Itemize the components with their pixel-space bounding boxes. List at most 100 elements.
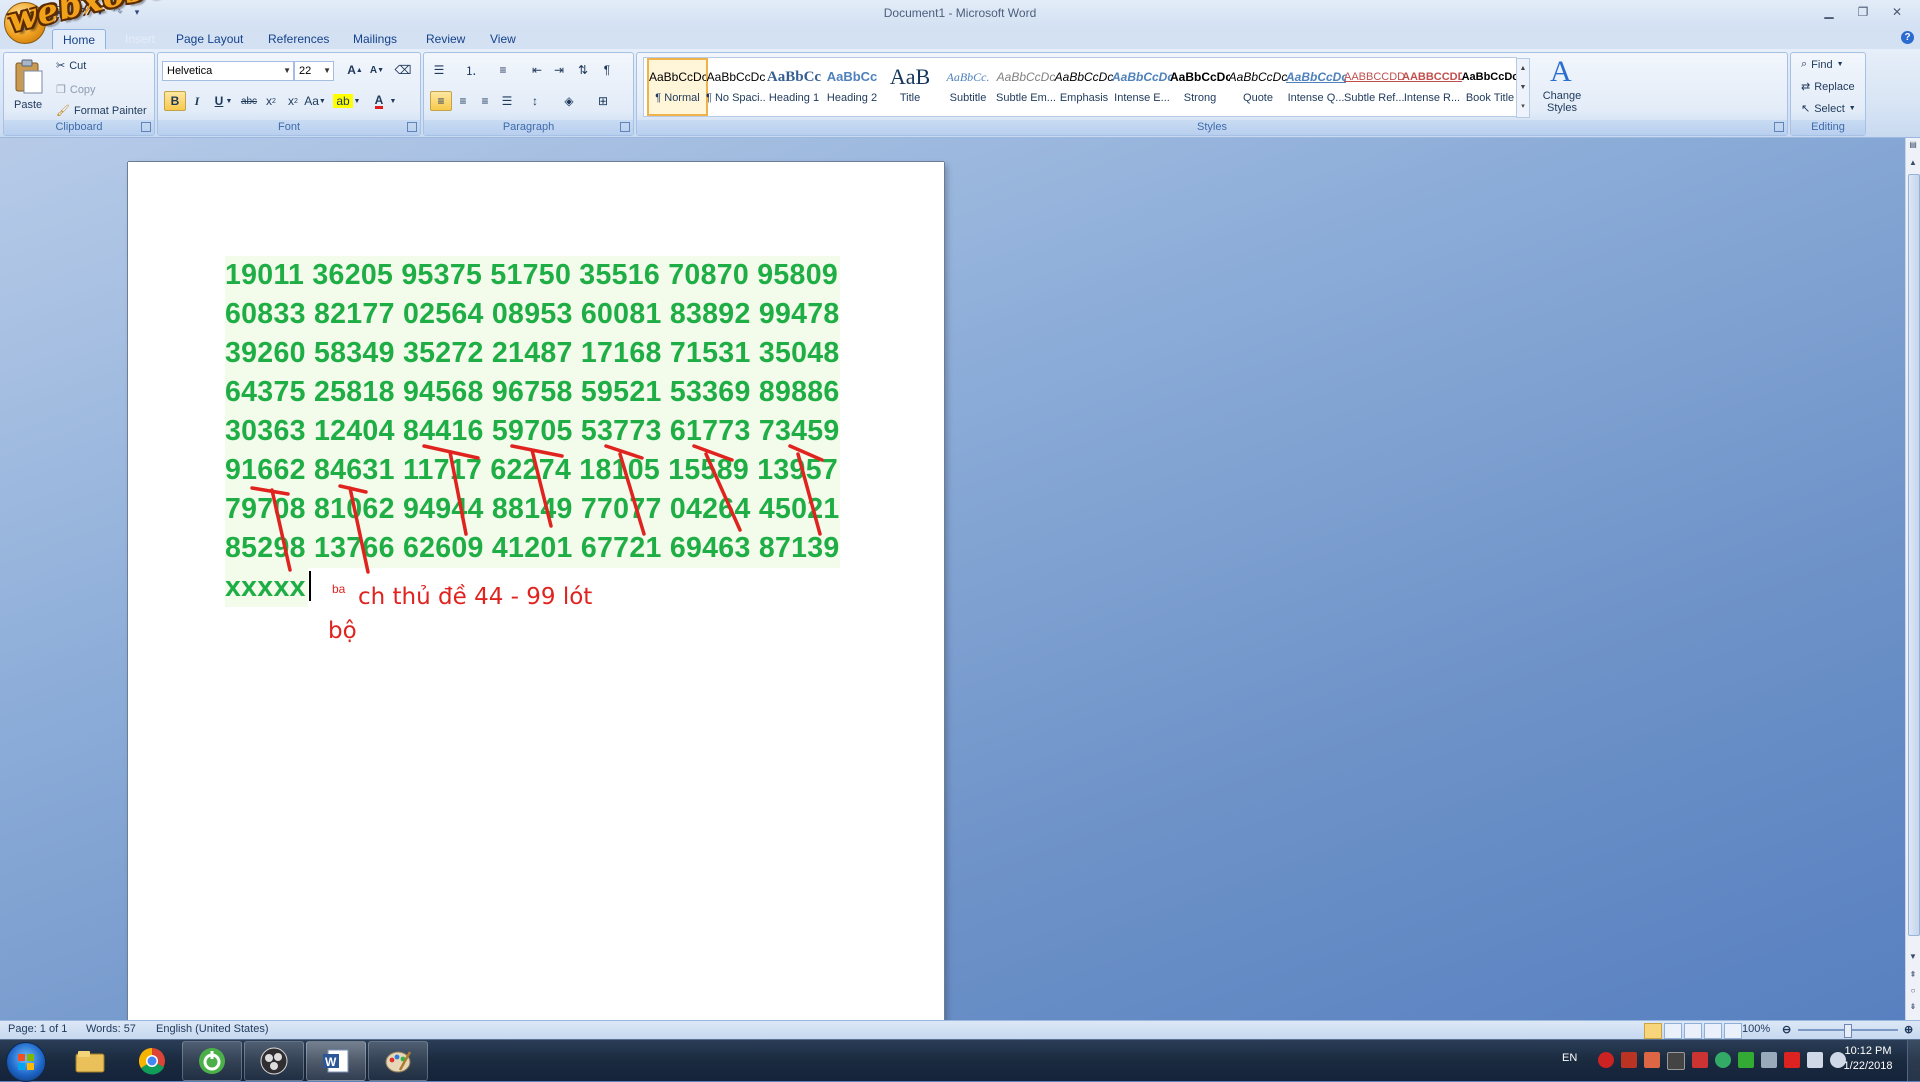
close-icon[interactable]: ✕ (1880, 2, 1914, 22)
zoom-level[interactable]: 100% (1742, 1023, 1770, 1035)
bullets-icon[interactable]: ☰ (428, 60, 450, 80)
browse-object-icon[interactable]: ○ (1906, 986, 1920, 995)
find-button[interactable]: ⌕ Find ▼ (1801, 58, 1844, 71)
shading-icon[interactable]: ◈ (558, 91, 580, 111)
bold-icon[interactable]: B (164, 91, 186, 111)
windows-explorer-icon[interactable] (60, 1041, 120, 1081)
font-size-select[interactable]: 22 ▼ (294, 61, 334, 81)
italic-icon[interactable]: I (186, 91, 208, 111)
change-styles-button[interactable]: A Change Styles (1535, 55, 1589, 114)
justify-icon[interactable]: ☰ (496, 91, 518, 111)
tray-app-icon[interactable] (1598, 1052, 1614, 1068)
borders-icon[interactable]: ⊞ (592, 91, 614, 111)
style-intense-quote[interactable]: AaBbCcDc Intense Q... (1286, 60, 1346, 112)
help-icon[interactable]: ? (1901, 31, 1914, 44)
chevron-down-icon[interactable]: ▼ (388, 91, 398, 111)
styles-launcher-icon[interactable] (1774, 122, 1784, 132)
gallery-scroll[interactable]: ▲ ▼ ▾ (1516, 58, 1530, 118)
show-desktop-button[interactable] (1907, 1040, 1920, 1081)
scrollbar-thumb[interactable] (1908, 174, 1920, 936)
page-count[interactable]: Page: 1 of 1 (8, 1023, 67, 1035)
change-case-icon[interactable]: Aa ▼ (304, 91, 326, 111)
tray-app-icon[interactable] (1761, 1052, 1777, 1068)
next-page-icon[interactable]: ⇟ (1906, 1002, 1920, 1011)
highlight-icon[interactable]: ab (332, 91, 354, 111)
language-indicator[interactable]: English (United States) (156, 1023, 269, 1035)
clear-formatting-icon[interactable]: ⌫ (392, 60, 414, 80)
vertical-scrollbar[interactable]: ▤ ▲ ▼ ⇞ ○ ⇟ (1905, 138, 1920, 1024)
zoom-out-icon[interactable]: ⊖ (1782, 1023, 1791, 1036)
obs-icon[interactable] (244, 1041, 304, 1081)
align-left-icon[interactable]: ≡ (430, 91, 452, 111)
paste-button[interactable] (12, 57, 46, 97)
tray-app-icon[interactable] (1784, 1052, 1800, 1068)
draft-icon[interactable] (1724, 1023, 1742, 1039)
previous-page-icon[interactable]: ⇞ (1906, 970, 1920, 979)
paragraph-launcher-icon[interactable] (620, 122, 630, 132)
superscript-icon[interactable]: x2 (282, 91, 304, 111)
subscript-icon[interactable]: x2 (260, 91, 282, 111)
tab-insert[interactable]: Insert (115, 29, 165, 49)
decrease-indent-icon[interactable]: ⇤ (526, 60, 548, 80)
style-heading-1[interactable]: AaBbCc Heading 1 (764, 60, 824, 112)
outline-icon[interactable] (1704, 1023, 1722, 1039)
tray-app-icon[interactable] (1644, 1052, 1660, 1068)
gallery-more-icon[interactable]: ▾ (1517, 97, 1529, 116)
shrink-font-icon[interactable]: A ▼ (366, 60, 388, 80)
clipboard-launcher-icon[interactable] (141, 122, 151, 132)
style-subtle-emphasis[interactable]: AaBbCcDc Subtle Em... (996, 60, 1056, 112)
paint-icon[interactable] (368, 1041, 428, 1081)
style-intense-reference[interactable]: AABBCCDD Intense R... (1402, 60, 1462, 112)
format-painter-button[interactable]: 🖌 Format Painter (56, 104, 147, 118)
web-layout-icon[interactable] (1684, 1023, 1702, 1039)
paste-label[interactable]: Paste (14, 99, 42, 111)
align-right-icon[interactable]: ≡ (474, 91, 496, 111)
word-count[interactable]: Words: 57 (86, 1023, 136, 1035)
network-icon[interactable] (1807, 1052, 1823, 1068)
scroll-down-icon[interactable]: ▼ (1517, 78, 1529, 97)
chevron-down-icon[interactable]: ▼ (352, 91, 362, 111)
scroll-down-icon[interactable]: ▼ (1906, 952, 1920, 961)
word-icon[interactable]: W (306, 1041, 366, 1081)
minimize-icon[interactable]: ▁ (1812, 2, 1846, 22)
cut-button[interactable]: ✂ Cut (56, 59, 86, 73)
style-strong[interactable]: AaBbCcDc Strong (1170, 60, 1230, 112)
sort-icon[interactable]: ⇅ (572, 60, 594, 80)
input-language[interactable]: EN (1562, 1052, 1577, 1064)
scroll-up-icon[interactable]: ▲ (1906, 158, 1920, 167)
zoom-slider[interactable] (1798, 1024, 1898, 1038)
print-layout-icon[interactable] (1644, 1023, 1662, 1039)
style-subtle-reference[interactable]: AABBCCDD Subtle Ref... (1344, 60, 1404, 112)
zoom-slider-knob[interactable] (1844, 1024, 1852, 1038)
increase-indent-icon[interactable]: ⇥ (548, 60, 570, 80)
scroll-up-icon[interactable]: ▲ (1517, 59, 1529, 78)
style-emphasis[interactable]: AaBbCcDc Emphasis (1054, 60, 1114, 112)
tray-app-icon[interactable] (1621, 1052, 1637, 1068)
style-book-title[interactable]: AaBbCcDc Book Title (1460, 60, 1520, 112)
font-family-select[interactable]: Helvetica ▼ (162, 61, 294, 81)
document-body[interactable]: 19011 36205 95375 51750 35516 70870 9580… (225, 256, 840, 607)
style-title[interactable]: AaB Title (880, 60, 940, 112)
tray-app-icon[interactable] (1738, 1052, 1754, 1068)
tab-review[interactable]: Review (416, 29, 475, 49)
ruler-toggle-icon[interactable]: ▤ (1906, 140, 1920, 149)
grow-font-icon[interactable]: A ▲ (344, 60, 366, 80)
style-no-spacing[interactable]: AaBbCcDc ¶ No Spaci... (706, 60, 766, 112)
start-button[interactable] (6, 1042, 46, 1082)
multilevel-list-icon[interactable]: ≡ (492, 60, 514, 80)
tab-view[interactable]: View (480, 29, 526, 49)
select-button[interactable]: ↖ Select ▼ (1801, 102, 1856, 116)
restore-icon[interactable]: ❐ (1846, 2, 1880, 22)
strikethrough-icon[interactable]: abc (238, 91, 260, 111)
coccoc-icon[interactable] (182, 1041, 242, 1081)
document-page[interactable]: 19011 36205 95375 51750 35516 70870 9580… (128, 162, 944, 1024)
align-center-icon[interactable]: ≡ (452, 91, 474, 111)
style-heading-2[interactable]: AaBbCc Heading 2 (822, 60, 882, 112)
style-quote[interactable]: AaBbCcDc Quote (1228, 60, 1288, 112)
show-formatting-icon[interactable]: ¶ (596, 60, 618, 80)
full-screen-reading-icon[interactable] (1664, 1023, 1682, 1039)
clock[interactable]: 10:12 PM 1/22/2018 (1838, 1044, 1898, 1074)
replace-button[interactable]: ⇄ Replace (1801, 80, 1855, 94)
style-normal[interactable]: AaBbCcDc ¶ Normal (647, 58, 708, 116)
line-spacing-icon[interactable]: ↕ (524, 91, 546, 111)
